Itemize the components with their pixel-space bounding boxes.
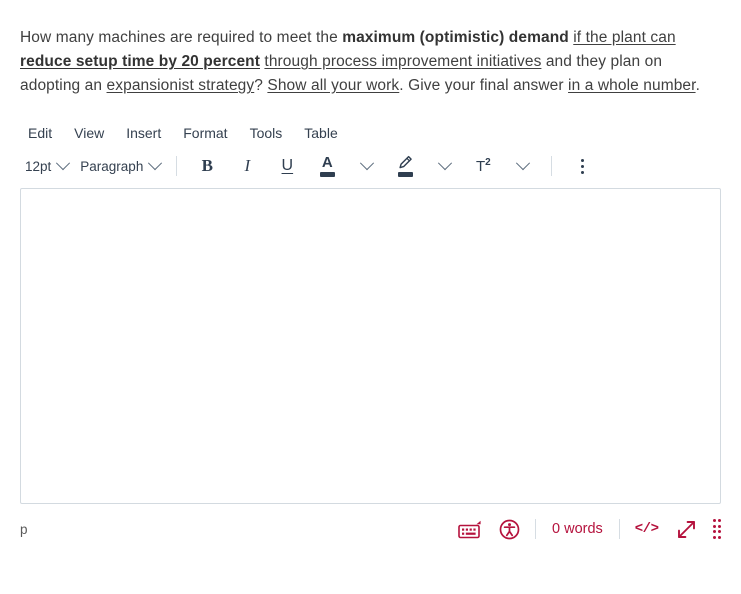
source-code-button[interactable]: </> bbox=[632, 515, 662, 543]
superscript-icon: T2 bbox=[476, 157, 491, 175]
editor-shell bbox=[0, 188, 741, 504]
menu-item-insert[interactable]: Insert bbox=[118, 122, 169, 144]
rich-text-editor-area[interactable] bbox=[20, 188, 721, 504]
block-format-dropdown[interactable]: Paragraph bbox=[75, 152, 165, 180]
chevron-down-icon bbox=[359, 156, 374, 171]
question-segment: Show all your work bbox=[267, 77, 400, 94]
chevron-down-icon bbox=[56, 156, 71, 171]
superscript-dropdown[interactable] bbox=[502, 152, 540, 180]
menu-item-table[interactable]: Table bbox=[296, 122, 345, 144]
resize-grip-icon[interactable] bbox=[711, 519, 721, 539]
chevron-down-icon bbox=[437, 156, 452, 171]
element-path[interactable]: p bbox=[20, 522, 28, 537]
on-screen-keyboard-button[interactable] bbox=[455, 515, 486, 543]
question-segment: expansionist strategy bbox=[106, 77, 255, 94]
question-segment: maximum (optimistic) demand bbox=[342, 29, 569, 46]
code-view-icon: </> bbox=[634, 521, 659, 537]
chevron-down-icon bbox=[515, 156, 530, 171]
question-segment: through process improvement initiatives bbox=[264, 53, 542, 70]
question-segment: in a whole number bbox=[568, 77, 696, 94]
text-color-button[interactable]: A bbox=[308, 152, 346, 180]
statusbar: p 0 words </> bbox=[0, 504, 741, 546]
menubar: Edit View Insert Format Tools Table bbox=[0, 114, 741, 146]
text-color-icon: A bbox=[319, 154, 335, 177]
question-text: How many machines are required to meet t… bbox=[20, 29, 700, 94]
menu-item-tools[interactable]: Tools bbox=[242, 122, 291, 144]
menu-item-format[interactable]: Format bbox=[175, 122, 235, 144]
highlight-color-button[interactable] bbox=[386, 152, 424, 180]
superscript-button[interactable]: T2 bbox=[464, 152, 502, 180]
text-color-dropdown[interactable] bbox=[346, 152, 384, 180]
block-format-value: Paragraph bbox=[80, 158, 144, 174]
question-segment: How many machines are required to meet t… bbox=[20, 29, 343, 46]
question-segment: reduce setup time by 20 percent bbox=[20, 53, 260, 70]
statusbar-divider bbox=[535, 519, 536, 539]
italic-icon: I bbox=[244, 156, 251, 175]
question-segment: . Give your final answer bbox=[399, 77, 569, 94]
highlight-color-dropdown[interactable] bbox=[424, 152, 462, 180]
underline-button[interactable]: U bbox=[268, 152, 306, 180]
marker-pen-icon bbox=[399, 155, 413, 169]
question-segment: ? bbox=[254, 77, 268, 94]
statusbar-right-group: 0 words </> bbox=[455, 515, 721, 543]
menu-item-view[interactable]: View bbox=[66, 122, 112, 144]
question-segment: . bbox=[695, 77, 700, 94]
chevron-down-icon bbox=[148, 156, 163, 171]
accessibility-check-button[interactable] bbox=[496, 515, 523, 543]
toolbar-divider bbox=[176, 156, 178, 176]
superscript-exponent: 2 bbox=[485, 157, 491, 168]
menu-item-edit[interactable]: Edit bbox=[20, 122, 60, 144]
fullscreen-icon bbox=[677, 520, 695, 538]
statusbar-divider bbox=[618, 519, 620, 539]
font-size-dropdown[interactable]: 12pt bbox=[20, 152, 73, 180]
underline-icon: U bbox=[281, 157, 294, 174]
toolbar-divider bbox=[551, 156, 553, 176]
kebab-menu-icon bbox=[580, 158, 584, 174]
bold-icon: B bbox=[201, 156, 213, 175]
text-color-swatch bbox=[319, 172, 335, 177]
text-color-letter: A bbox=[321, 154, 333, 171]
on-screen-keyboard-icon bbox=[458, 520, 481, 538]
fullscreen-button[interactable] bbox=[672, 515, 701, 543]
bold-button[interactable]: B bbox=[188, 152, 226, 180]
italic-button[interactable]: I bbox=[228, 152, 266, 180]
question-prompt: How many machines are required to meet t… bbox=[0, 0, 741, 98]
highlight-color-swatch bbox=[397, 172, 413, 177]
highlight-icon bbox=[397, 155, 413, 177]
superscript-base: T bbox=[475, 158, 486, 175]
formatting-toolbar: 12pt Paragraph B I U A T2 bbox=[0, 146, 741, 188]
accessibility-icon bbox=[499, 519, 520, 539]
font-size-value: 12pt bbox=[25, 158, 52, 174]
more-options-button[interactable] bbox=[563, 152, 601, 180]
word-count[interactable]: 0 words bbox=[548, 521, 607, 537]
question-segment: if the plant can bbox=[573, 29, 676, 46]
